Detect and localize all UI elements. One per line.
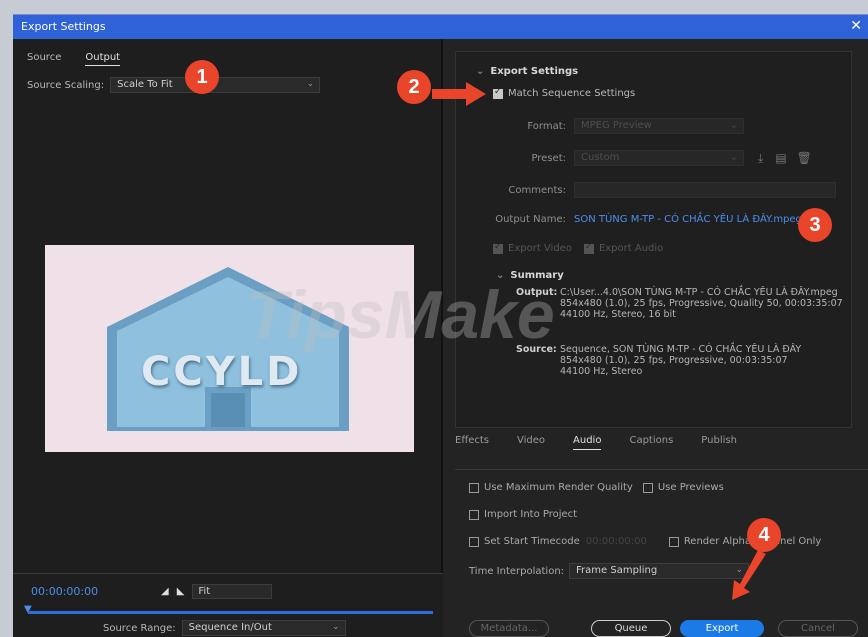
annotation-arrow-2: [432, 82, 486, 106]
match-sequence-label: Match Sequence Settings: [508, 88, 636, 99]
source-output-tabs: Source Output: [27, 52, 121, 66]
annotation-badge-2: 2: [397, 70, 431, 104]
export-settings-heading[interactable]: ⌄ Export Settings: [476, 66, 578, 77]
start-timecode-value[interactable]: 00:00:00:00: [586, 536, 647, 547]
time-interp-row: Time Interpolation: Frame Sampling ⌄: [469, 563, 750, 579]
mark-out-icon[interactable]: ◣: [177, 586, 185, 597]
source-scaling-value: Scale To Fit: [117, 79, 173, 90]
start-timecode-label: Set Start Timecode: [484, 536, 580, 547]
time-interp-value: Frame Sampling: [576, 565, 658, 576]
match-sequence-checkbox[interactable]: [493, 87, 503, 99]
title-bar: Export Settings ✕: [13, 15, 868, 39]
annotation-arrow-4: [732, 550, 766, 600]
export-button[interactable]: Export: [680, 620, 764, 637]
tab-video[interactable]: Video: [517, 435, 545, 450]
tab-effects[interactable]: Effects: [455, 435, 489, 450]
summary-source: Source: Sequence, SON TÙNG M-TP - CÓ CHẮ…: [516, 344, 846, 377]
output-name-row: Output Name: SON TÙNG M-TP - CÓ CHẮC YÊU…: [466, 214, 802, 225]
preview-artwork-text: CCYLD: [141, 349, 303, 395]
render-alpha-checkbox[interactable]: [668, 536, 679, 547]
annotation-badge-4: 4: [747, 518, 781, 552]
tab-audio[interactable]: Audio: [573, 435, 602, 450]
save-preset-icon[interactable]: ⤓: [758, 151, 763, 166]
start-timecode-checkbox[interactable]: [469, 536, 479, 547]
window-title: Export Settings: [21, 20, 106, 33]
summary-output-line: 854x480 (1.0), 25 fps, Progressive, Qual…: [560, 298, 843, 309]
summary-source-line: 854x480 (1.0), 25 fps, Progressive, 00:0…: [560, 355, 788, 366]
source-scaling-row: Source Scaling: Scale To Fit ⌄: [27, 77, 321, 93]
summary-source-line: Sequence, SON TÙNG M-TP - CÓ CHẮC YÊU LÀ…: [560, 344, 802, 355]
source-scaling-label: Source Scaling:: [27, 79, 105, 91]
max-render-label: Use Maximum Render Quality: [484, 482, 633, 493]
timecode[interactable]: 00:00:00:00: [31, 585, 98, 598]
export-video-label: Export Video: [508, 243, 572, 254]
export-options: Use Maximum Render Quality Use Previews …: [455, 469, 868, 637]
export-audio-checkbox[interactable]: [583, 242, 594, 254]
output-name-link[interactable]: SON TÙNG M-TP - CÓ CHẮC YÊU LÀ ĐÂY.mpeg: [574, 214, 802, 225]
preset-row: Preset: Custom ⌄ ⤓ ▤ 🗑: [466, 150, 812, 166]
format-label: Format:: [527, 120, 566, 132]
export-audio-label: Export Audio: [598, 243, 664, 254]
zoom-select[interactable]: Fit: [192, 584, 273, 599]
export-video-checkbox[interactable]: [493, 242, 503, 254]
metadata-button[interactable]: Metadata...: [469, 620, 549, 637]
close-icon[interactable]: ✕: [850, 18, 862, 34]
settings-tabs: Effects Video Audio Captions Publish: [455, 435, 737, 450]
import-project-checkbox[interactable]: [469, 509, 479, 520]
tab-output[interactable]: Output: [85, 52, 121, 66]
preset-label: Preset:: [531, 152, 566, 164]
in-out-markers: ◢ ◣ Fit: [161, 584, 273, 599]
max-render-checkbox[interactable]: [469, 482, 479, 493]
import-preset-icon[interactable]: ▤: [775, 151, 786, 165]
use-previews-label: Use Previews: [657, 482, 724, 493]
output-name-label: Output Name:: [495, 214, 566, 225]
timeline-range-bar[interactable]: [28, 611, 433, 614]
annotation-badge-3: 3: [798, 208, 832, 242]
source-range-value: Sequence In/Out: [188, 622, 272, 633]
export-av-row: Export Video Export Audio: [493, 242, 664, 254]
import-project-option[interactable]: Import Into Project: [469, 509, 577, 520]
comments-row: Comments:: [466, 182, 836, 198]
cancel-button[interactable]: Cancel: [778, 620, 858, 637]
time-interp-label: Time Interpolation:: [469, 565, 565, 577]
summary-source-line: 44100 Hz, Stereo: [560, 366, 643, 377]
export-settings-section: ⌄Export Settings Match Sequence Settings…: [455, 51, 852, 428]
chevron-down-icon: ⌄: [476, 66, 485, 77]
summary-output: Output: C:\User...4.0\SON TÙNG M-TP - CÓ…: [516, 287, 846, 320]
chevron-down-icon: ⌄: [332, 622, 340, 632]
tab-source[interactable]: Source: [27, 52, 61, 66]
format-select[interactable]: MPEG Preview ⌄: [574, 118, 744, 134]
preset-select[interactable]: Custom ⌄: [574, 150, 744, 166]
tab-captions[interactable]: Captions: [629, 435, 673, 450]
chevron-down-icon: ⌄: [306, 79, 315, 89]
annotation-badge-1: 1: [185, 60, 219, 94]
import-project-label: Import Into Project: [484, 509, 578, 520]
comments-label: Comments:: [508, 184, 566, 196]
summary-output-line: 44100 Hz, Stereo, 16 bit: [560, 309, 676, 320]
use-previews-checkbox[interactable]: [642, 482, 653, 493]
summary-output-line: C:\User...4.0\SON TÙNG M-TP - CÓ CHẮC YÊ…: [560, 287, 838, 298]
time-interp-select[interactable]: Frame Sampling ⌄: [569, 563, 750, 579]
mark-in-icon[interactable]: ◢: [161, 586, 169, 597]
source-range-label: Source Range:: [103, 622, 176, 634]
match-sequence-row[interactable]: Match Sequence Settings: [493, 87, 636, 99]
queue-button[interactable]: Queue: [591, 620, 671, 637]
comments-input[interactable]: [574, 182, 836, 198]
tab-publish[interactable]: Publish: [701, 435, 737, 450]
timeline-controls: 00:00:00:00 ◢ ◣ Fit ▼ Source Range: Sequ…: [13, 573, 443, 637]
max-render-option[interactable]: Use Maximum Render Quality Use Previews: [469, 482, 724, 493]
format-row: Format: MPEG Preview ⌄: [466, 118, 744, 134]
delete-preset-icon[interactable]: 🗑: [797, 151, 812, 165]
source-range-select[interactable]: Sequence In/Out ⌄: [181, 620, 346, 636]
watermark: TipsMake: [246, 277, 555, 353]
source-range-row: Source Range: Sequence In/Out ⌄: [103, 620, 346, 636]
